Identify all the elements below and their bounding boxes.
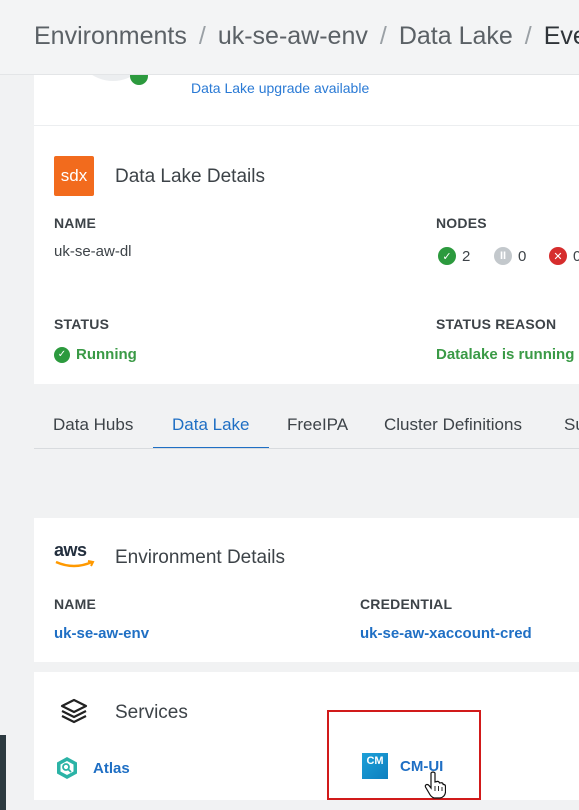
env-name-link[interactable]: uk-se-aw-env — [54, 625, 149, 642]
check-circle-icon: ✓ — [438, 247, 456, 265]
services-panel: Services Atlas CM CM-UI — [34, 672, 579, 800]
atlas-label: Atlas — [93, 759, 130, 777]
nodes-label: NODES — [436, 215, 487, 231]
sdx-logo-icon: sdx — [54, 156, 94, 196]
environment-details-title: Environment Details — [115, 547, 286, 568]
breadcrumb-separator: / — [524, 22, 532, 50]
tab-more[interactable]: Su — [564, 415, 579, 447]
hand-cursor-icon — [424, 771, 446, 799]
aws-logo-icon: aws — [54, 540, 96, 570]
status-reason-value: Datalake is running — [436, 346, 575, 363]
tab-freeipa[interactable]: FreeIPA — [287, 415, 348, 447]
status-text: Running — [76, 346, 137, 363]
nodes-failed: ✕ 0 — [549, 247, 579, 265]
breadcrumb: Environments / uk-se-aw-env / Data Lake / Even — [0, 0, 579, 75]
tab-data-hubs[interactable]: Data Hubs — [53, 415, 133, 447]
breadcrumb-current: Even — [543, 22, 579, 50]
left-strip — [0, 0, 34, 810]
breadcrumb-data-lake[interactable]: Data Lake — [399, 22, 513, 50]
status-check-icon — [130, 75, 148, 85]
nodes-failed-count: 0 — [573, 247, 579, 265]
credential-link[interactable]: uk-se-aw-xaccount-cred — [360, 625, 532, 642]
nodes-healthy: ✓ 2 — [438, 247, 470, 265]
atlas-icon — [57, 757, 77, 779]
error-circle-icon: ✕ — [549, 247, 567, 265]
name-label: NAME — [54, 215, 97, 231]
tab-cluster-definitions[interactable]: Cluster Definitions — [384, 415, 522, 447]
environment-details-panel: aws Environment Details NAME uk-se-aw-en… — [34, 518, 579, 662]
highlight-box — [327, 710, 481, 800]
breadcrumb-environment[interactable]: uk-se-aw-env — [218, 22, 368, 50]
name-value: uk-se-aw-dl — [54, 243, 132, 260]
services-title: Services — [115, 702, 188, 723]
pause-circle-icon: II — [494, 247, 512, 265]
running-check-icon: ✓ — [54, 346, 70, 363]
credential-label: CREDENTIAL — [360, 596, 453, 612]
sidebar-edge — [0, 735, 6, 810]
nodes-stopped-count: 0 — [518, 247, 527, 265]
upgrade-available-link[interactable]: Data Lake upgrade available — [191, 80, 369, 96]
service-atlas[interactable]: Atlas — [55, 756, 130, 780]
data-lake-details-title: Data Lake Details — [115, 166, 265, 187]
env-name-label: NAME — [54, 596, 97, 612]
nodes-healthy-count: 2 — [462, 247, 471, 265]
nodes-stopped: II 0 — [494, 247, 526, 265]
status-reason-label: STATUS REASON — [436, 316, 557, 332]
data-lake-details-panel: sdx Data Lake Details NAME uk-se-aw-dl N… — [34, 126, 579, 384]
breadcrumb-separator: / — [198, 22, 206, 50]
tab-bar: Data Hubs Data Lake FreeIPA Cluster Defi… — [34, 405, 579, 449]
tab-data-lake[interactable]: Data Lake — [153, 415, 269, 448]
layers-icon — [60, 698, 88, 724]
status-label: STATUS — [54, 316, 110, 332]
data-lake-header-panel: Data Lake upgrade available — [34, 75, 579, 126]
aws-logo-text: aws — [54, 540, 87, 560]
status-value: ✓ Running — [54, 346, 137, 363]
breadcrumb-environments[interactable]: Environments — [34, 22, 187, 50]
breadcrumb-separator: / — [379, 22, 387, 50]
